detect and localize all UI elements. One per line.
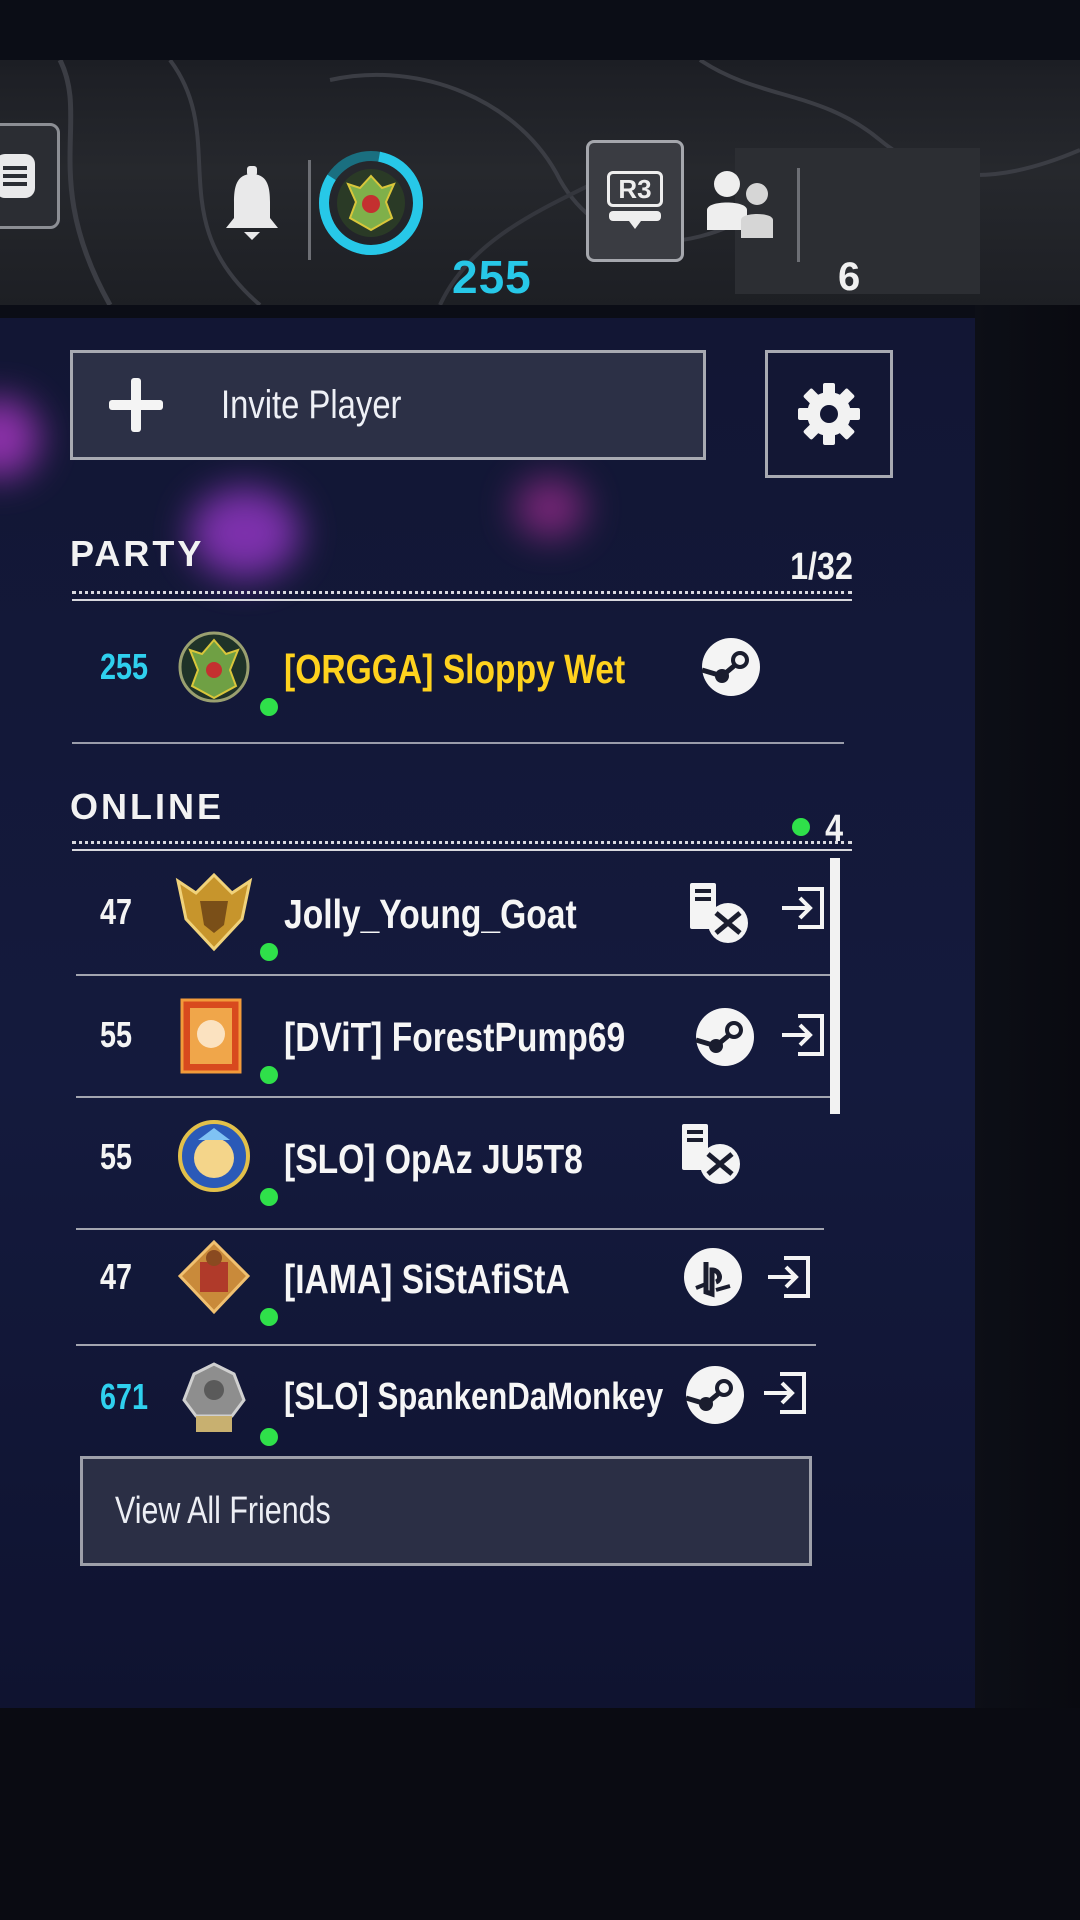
friend-emblem: [178, 1120, 250, 1192]
join-icon[interactable]: [780, 1012, 826, 1058]
steam-icon: [685, 1366, 744, 1424]
view-all-friends-button[interactable]: View All Friends: [80, 1456, 812, 1566]
r3-social-button[interactable]: R3: [586, 140, 684, 262]
background-edge: [0, 1708, 1080, 1920]
friend-level: 47: [100, 891, 133, 932]
friend-level: 55: [100, 1136, 133, 1177]
background-glow: [190, 488, 300, 578]
view-all-friends-label: View All Friends: [115, 1489, 331, 1532]
online-status-dot: [260, 1066, 278, 1084]
background-glow: [515, 478, 585, 538]
friend-level: 55: [100, 1014, 133, 1055]
friends-icon[interactable]: [705, 168, 775, 242]
join-icon[interactable]: [766, 1254, 812, 1300]
menu-button[interactable]: [0, 123, 60, 229]
friend-row[interactable]: 671 [SLO] SpankenDaMonkey: [72, 1348, 832, 1458]
online-status-dot: [260, 698, 278, 716]
divider: [308, 160, 311, 260]
section-divider: [72, 841, 852, 851]
party-count: 1/32: [790, 546, 853, 588]
section-divider: [72, 591, 852, 601]
plus-icon: [109, 378, 163, 432]
background-edge: [975, 305, 1080, 1920]
friend-level: 671: [100, 1376, 149, 1417]
member-level: 255: [100, 646, 149, 687]
join-icon[interactable]: [780, 885, 826, 931]
r3-label: R3: [607, 171, 663, 207]
xbox-pc-icon: [690, 883, 748, 943]
top-bar: 255 R3 6: [0, 60, 1080, 305]
member-name: [ORGGA] Sloppy Wet: [284, 646, 626, 692]
friend-name: [IAMA] SiStAfiStA: [284, 1256, 570, 1302]
xbox-pc-icon: [682, 1124, 740, 1184]
friend-level: 47: [100, 1256, 133, 1297]
online-status-dot: [260, 1188, 278, 1206]
settings-button[interactable]: [765, 350, 893, 478]
invite-player-button[interactable]: Invite Player: [70, 350, 706, 460]
friend-emblem: [182, 1362, 246, 1432]
row-divider: [76, 1344, 816, 1346]
friends-online-count: 6: [838, 255, 861, 299]
online-status-dot: [260, 943, 278, 961]
row-divider: [72, 742, 844, 744]
online-status-dot: [260, 1308, 278, 1326]
background-glow: [0, 398, 40, 478]
playstation-icon: [684, 1248, 742, 1306]
social-panel: Invite Player PARTY 1/32 255 [ORGGA] Slo…: [0, 318, 975, 1708]
row-divider: [76, 974, 830, 976]
friend-emblem: [177, 1239, 251, 1315]
player-level: 255: [452, 251, 532, 303]
player-emblem[interactable]: [316, 148, 426, 258]
friend-name: [SLO] SpankenDaMonkey: [284, 1376, 664, 1418]
friend-name: Jolly_Young_Goat: [284, 891, 577, 937]
friend-name: [SLO] OpAz JU5T8: [284, 1136, 583, 1182]
scrollbar-thumb[interactable]: [830, 858, 840, 1114]
list-icon: [0, 154, 35, 198]
grid-menu-icon[interactable]: [106, 178, 174, 236]
controller-stick-icon: [609, 211, 661, 229]
steam-icon: [695, 1008, 754, 1066]
gear-icon: [798, 383, 860, 445]
invite-player-label: Invite Player: [221, 382, 402, 427]
steam-icon: [701, 638, 760, 696]
row-divider: [76, 1096, 830, 1098]
member-emblem: [178, 631, 250, 703]
online-indicator-dot: [792, 818, 810, 836]
friend-row[interactable]: 55 [DViT] ForestPump69: [72, 986, 832, 1096]
online-status-dot: [260, 1428, 278, 1446]
friend-name: [DViT] ForestPump69: [284, 1014, 626, 1060]
party-section-title: PARTY: [70, 533, 205, 574]
friend-row[interactable]: 47 [IAMA] SiStAfiStA: [72, 1228, 832, 1338]
friend-row[interactable]: 55 [SLO] OpAz JU5T8: [72, 1108, 832, 1218]
friend-emblem: [175, 872, 253, 952]
divider: [797, 168, 800, 262]
party-member-row[interactable]: 255 [ORGGA] Sloppy Wet: [72, 618, 832, 728]
friend-emblem: [180, 998, 242, 1074]
friend-row[interactable]: 47 Jolly_Young_Goat: [72, 863, 832, 973]
join-icon[interactable]: [762, 1370, 808, 1416]
notification-bell-icon[interactable]: [222, 164, 282, 244]
online-section-title: ONLINE: [70, 786, 225, 827]
